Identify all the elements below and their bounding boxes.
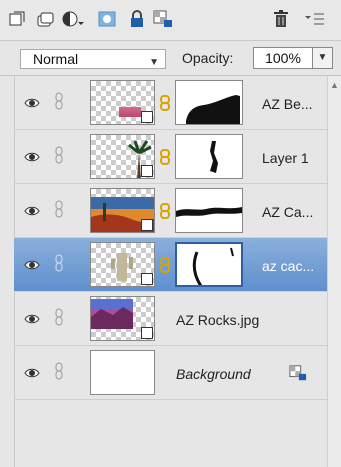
layer-thumbnail[interactable] <box>90 188 155 233</box>
layer-mask-icon[interactable] <box>96 8 118 30</box>
smart-object-icon <box>141 273 153 285</box>
link-icon[interactable] <box>54 146 64 164</box>
eye-icon[interactable] <box>24 95 40 111</box>
lock-all-icon[interactable] <box>126 8 148 30</box>
link-icon[interactable] <box>54 254 64 272</box>
panel-menu-icon[interactable] <box>304 8 326 30</box>
layer-mask-thumbnail[interactable] <box>175 188 243 233</box>
link-icon[interactable] <box>54 308 64 326</box>
eye-icon[interactable] <box>24 311 40 327</box>
lock-icon <box>289 365 307 381</box>
link-icon[interactable] <box>54 200 64 218</box>
layer-name[interactable]: az cac... <box>262 258 314 274</box>
mask-chain-icon[interactable] <box>160 203 170 219</box>
layers-toolbar <box>0 0 341 40</box>
layer-row[interactable]: AZ Ca... <box>14 184 327 238</box>
layer-row[interactable]: AZ Be... <box>14 76 327 130</box>
layer-mask-thumbnail[interactable] <box>175 80 243 125</box>
opacity-input[interactable]: 100% <box>253 47 313 69</box>
opacity-dropdown-button[interactable]: ▼ <box>313 47 333 69</box>
layer-name[interactable]: Background <box>176 366 251 382</box>
lock-transparent-icon[interactable] <box>152 8 174 30</box>
mask-chain-icon[interactable] <box>160 149 170 165</box>
smart-object-icon <box>141 111 153 123</box>
eye-icon[interactable] <box>24 203 40 219</box>
layer-thumbnail[interactable] <box>90 296 155 341</box>
layer-row-selected[interactable]: az cac... <box>14 238 327 292</box>
smart-object-icon <box>141 165 153 177</box>
layer-thumbnail[interactable] <box>90 242 155 287</box>
mask-chain-icon[interactable] <box>160 95 170 111</box>
layer-thumbnail[interactable] <box>90 80 155 125</box>
layer-name[interactable]: AZ Ca... <box>262 204 313 220</box>
new-layer-icon[interactable] <box>6 8 28 30</box>
layer-thumbnail[interactable] <box>90 350 155 395</box>
scrollbar[interactable] <box>327 76 341 467</box>
new-group-icon[interactable] <box>34 8 56 30</box>
chevron-down-icon: ▼ <box>149 57 159 68</box>
layer-row[interactable]: Background <box>14 346 327 400</box>
layer-name[interactable]: Layer 1 <box>262 150 309 166</box>
scroll-up-icon[interactable]: ▲ <box>330 80 339 90</box>
eye-icon[interactable] <box>24 365 40 381</box>
layer-name[interactable]: AZ Be... <box>262 96 313 112</box>
link-icon[interactable] <box>54 92 64 110</box>
blend-mode-select[interactable]: Normal ▼ <box>20 49 166 69</box>
eye-icon[interactable] <box>24 257 40 273</box>
smart-object-icon <box>141 327 153 339</box>
photo-fragment <box>119 107 141 117</box>
trash-icon[interactable] <box>270 8 292 30</box>
eye-icon[interactable] <box>24 149 40 165</box>
layer-name[interactable]: AZ Rocks.jpg <box>176 312 259 328</box>
smart-object-icon <box>141 219 153 231</box>
blend-mode-value: Normal <box>33 51 79 67</box>
link-icon[interactable] <box>54 362 64 380</box>
adjustment-layer-icon[interactable] <box>62 8 84 30</box>
layer-row[interactable]: AZ Rocks.jpg <box>14 292 327 346</box>
layer-row[interactable]: Layer 1 <box>14 130 327 184</box>
layer-thumbnail[interactable] <box>90 134 155 179</box>
mask-chain-icon[interactable] <box>160 257 170 273</box>
layer-mask-thumbnail[interactable] <box>175 134 243 179</box>
layer-mask-thumbnail[interactable] <box>175 242 243 287</box>
opacity-label: Opacity: <box>182 50 234 66</box>
